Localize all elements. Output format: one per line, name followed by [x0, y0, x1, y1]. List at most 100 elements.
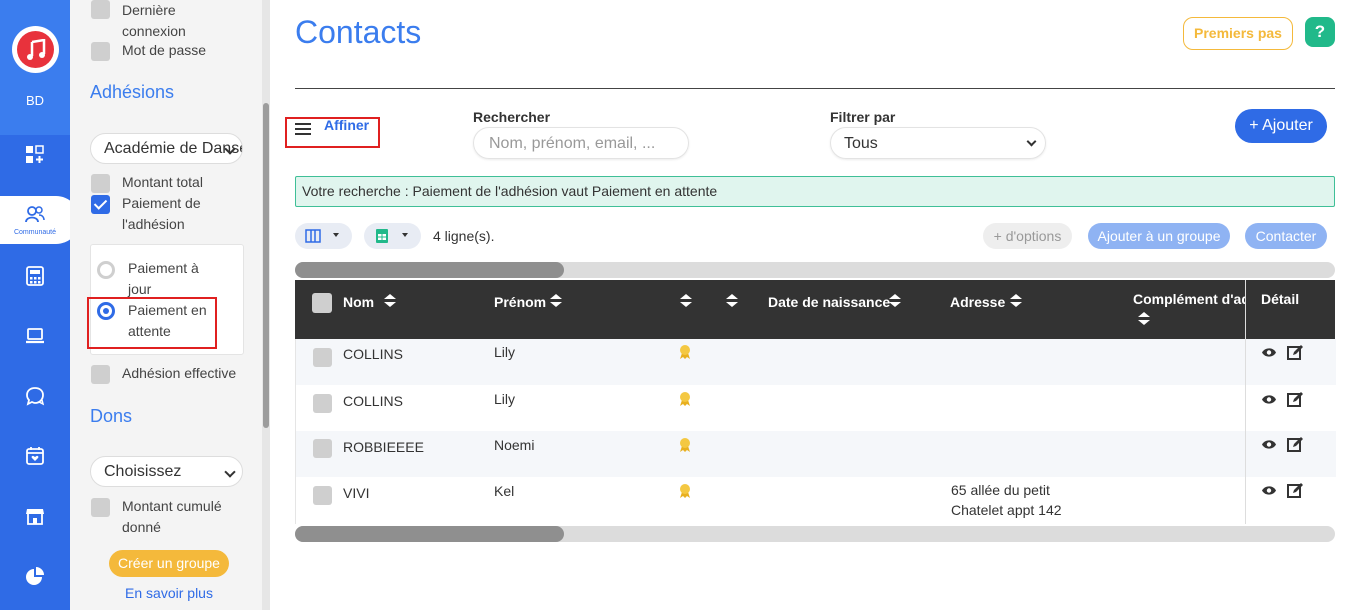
filter-label-paiement-adhesion: Paiement de l'adhésion	[122, 195, 201, 232]
checkbox-montant-cumule[interactable]	[91, 498, 110, 517]
filter-select[interactable]: Tous	[830, 127, 1046, 159]
rail-item-label: Communauté	[13, 229, 57, 236]
user-initials[interactable]: BD	[0, 93, 70, 108]
shop-icon[interactable]	[25, 506, 45, 526]
calendar-icon[interactable]	[25, 446, 45, 466]
radio-label-paiement-a-jour: Paiement à jour	[128, 260, 199, 297]
laptop-icon[interactable]	[25, 326, 45, 346]
sort-icon[interactable]	[726, 294, 738, 308]
sort-icon[interactable]	[550, 294, 562, 308]
create-group-button[interactable]: Créer un groupe	[109, 550, 229, 577]
column-header-prenom[interactable]: Prénom	[494, 294, 546, 310]
filter-panel-scrollbar[interactable]	[262, 0, 270, 610]
cell-nom: VIVI	[343, 485, 370, 501]
search-summary: Votre recherche : Paiement de l'adhésion…	[295, 176, 1335, 207]
help-button[interactable]: ?	[1305, 17, 1335, 47]
export-button[interactable]	[364, 223, 421, 249]
row-checkbox[interactable]	[313, 486, 332, 505]
scrollbar-thumb[interactable]	[263, 103, 269, 428]
header-divider	[295, 88, 1335, 89]
app-logo[interactable]	[12, 26, 59, 73]
table-scrollbar-bottom[interactable]	[295, 526, 1335, 542]
music-note-icon	[26, 38, 45, 60]
dashboard-icon[interactable]	[25, 145, 45, 165]
section-heading-adhesions: Adhésions	[90, 82, 175, 102]
page-title: Contacts	[295, 14, 422, 50]
table-row[interactable]: COLLINS Lily	[296, 339, 1336, 385]
sort-icon[interactable]	[889, 294, 901, 308]
spreadsheet-icon	[376, 229, 388, 243]
main-content: Contacts Premiers pas ? Affiner Recherch…	[270, 0, 1353, 610]
edit-icon[interactable]	[1287, 391, 1304, 408]
filter-label: Filtrer par	[830, 109, 896, 125]
rail-item-communaute[interactable]: Communauté	[0, 196, 80, 244]
edit-icon[interactable]	[1287, 436, 1304, 453]
affiner-button[interactable]: Affiner	[324, 117, 369, 133]
adhesions-select-value: Académie de Danse	[104, 140, 243, 157]
dons-select-value: Choisissez	[104, 463, 182, 480]
table-header: Nom Prénom Date de naissance Adresse Com…	[295, 280, 1335, 339]
section-heading-dons: Dons	[90, 406, 133, 426]
sort-icon[interactable]	[384, 294, 396, 308]
eye-icon[interactable]	[1261, 439, 1277, 450]
row-count: 4 ligne(s).	[433, 228, 495, 244]
sort-icon[interactable]	[1010, 294, 1022, 308]
caret-down-icon	[402, 233, 408, 237]
contact-button[interactable]: Contacter	[1245, 223, 1327, 249]
filter-label-mot-de-passe: Mot de passe	[122, 42, 207, 58]
sort-icon[interactable]	[680, 294, 692, 308]
column-header-adresse[interactable]: Adresse	[950, 294, 1005, 310]
eye-icon[interactable]	[1261, 485, 1277, 496]
add-to-group-button[interactable]: Ajouter à un groupe	[1088, 223, 1230, 249]
eye-icon[interactable]	[1261, 347, 1277, 358]
community-icon	[25, 206, 45, 223]
checkbox-mot-de-passe[interactable]	[91, 42, 110, 61]
scrollbar-thumb[interactable]	[295, 526, 564, 542]
table-scrollbar-top[interactable]	[295, 262, 1335, 278]
column-header-complement-adresse[interactable]: Complément d'adresse	[1133, 291, 1245, 307]
award-icon	[680, 438, 690, 452]
checkbox-paiement-adhesion[interactable]	[91, 195, 110, 214]
table-row[interactable]: ROBBIEEEE Noemi	[296, 431, 1336, 477]
edit-icon[interactable]	[1287, 344, 1304, 361]
row-checkbox[interactable]	[313, 348, 332, 367]
detail-column-divider	[1245, 280, 1246, 524]
radio-paiement-a-jour[interactable]	[97, 261, 115, 279]
checkbox-derniere-connexion[interactable]	[91, 0, 110, 19]
row-checkbox[interactable]	[313, 439, 332, 458]
cell-nom: ROBBIEEEE	[343, 439, 424, 455]
cell-prenom: Lily	[494, 344, 516, 360]
learn-more-link[interactable]: En savoir plus	[70, 585, 268, 601]
columns-toggle-button[interactable]	[295, 223, 352, 249]
filter-label-derniere-connexion: Dernière connexion	[122, 2, 186, 39]
more-options-button[interactable]: + d'options	[983, 223, 1072, 249]
search-label: Rechercher	[473, 109, 551, 125]
calculator-icon[interactable]	[25, 266, 45, 286]
table-row[interactable]: VIVI Kel 65 allée du petit Chatelet appt …	[296, 477, 1336, 524]
pie-chart-icon[interactable]	[25, 566, 45, 586]
table-row[interactable]: COLLINS Lily	[296, 385, 1336, 431]
premiers-pas-button[interactable]: Premiers pas	[1183, 17, 1293, 50]
cell-prenom: Noemi	[494, 437, 535, 453]
row-checkbox[interactable]	[313, 394, 332, 413]
column-header-date-naissance[interactable]: Date de naissance	[768, 294, 890, 310]
award-icon	[680, 345, 690, 359]
filter-panel: Dernière connexion Mot de passe Adhésion…	[70, 0, 262, 610]
eye-icon[interactable]	[1261, 394, 1277, 405]
chat-icon[interactable]	[25, 386, 45, 406]
adhesions-select[interactable]: Académie de Danse	[90, 133, 243, 164]
search-input[interactable]: Nom, prénom, email, ...	[473, 127, 689, 159]
checkbox-montant-total[interactable]	[91, 174, 110, 193]
dons-select[interactable]: Choisissez	[90, 456, 243, 487]
menu-icon[interactable]	[295, 123, 311, 135]
cell-adresse: 65 allée du petit Chatelet appt 142	[951, 482, 1062, 518]
column-header-nom[interactable]: Nom	[343, 294, 374, 310]
add-contact-button[interactable]: + Ajouter	[1235, 109, 1327, 143]
edit-icon[interactable]	[1287, 482, 1304, 499]
select-all-checkbox[interactable]	[312, 293, 332, 313]
checkbox-adhesion-effective[interactable]	[91, 365, 110, 384]
chevron-down-icon	[224, 466, 236, 478]
filter-select-value: Tous	[844, 135, 878, 152]
sort-icon[interactable]	[1138, 312, 1150, 326]
scrollbar-thumb[interactable]	[295, 262, 564, 278]
